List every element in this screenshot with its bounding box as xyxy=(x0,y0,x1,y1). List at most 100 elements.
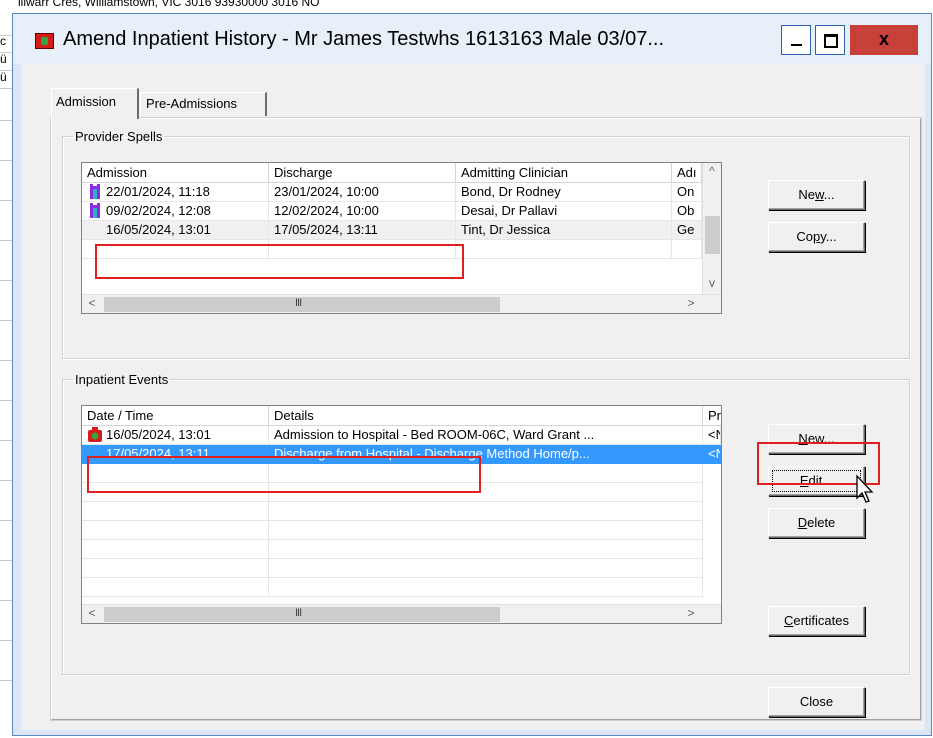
column-header-admitting-clinician[interactable]: Admitting Clinician xyxy=(456,163,672,183)
empty-cell xyxy=(82,464,269,483)
cell-admission: 16/05/2024, 13:01 xyxy=(82,221,269,240)
cell-admission: 09/02/2024, 12:08 xyxy=(82,202,269,221)
maximize-button[interactable] xyxy=(815,25,845,55)
tab-admission[interactable]: Admission xyxy=(51,88,139,119)
empty-cell xyxy=(269,502,703,521)
provider-spells-vertical-scrollbar[interactable]: ^ v xyxy=(702,163,721,294)
empty-row xyxy=(82,464,721,483)
admission-tab-panel: Provider Spells Admission Discharge Admi… xyxy=(50,117,922,721)
empty-row xyxy=(82,559,721,578)
empty-row xyxy=(82,578,721,597)
empty-cell xyxy=(269,559,703,578)
title-bar[interactable]: Amend Inpatient History - Mr James Testw… xyxy=(13,14,931,64)
table-row[interactable]: 16/05/2024, 13:01 17/05/2024, 13:11 Tint… xyxy=(82,221,702,240)
close-window-button[interactable]: x xyxy=(850,25,918,55)
empty-cell xyxy=(672,240,702,259)
table-row-selected[interactable]: 17/05/2024, 13:11 Discharge from Hospita… xyxy=(82,445,721,464)
empty-cell xyxy=(82,483,269,502)
column-header-pr[interactable]: Pr xyxy=(703,406,721,426)
button-label: Close xyxy=(799,694,834,709)
empty-cell xyxy=(269,578,703,597)
scroll-right-icon[interactable]: > xyxy=(683,295,699,313)
column-header-details[interactable]: Details xyxy=(269,406,703,426)
inpatient-events-new-button[interactable]: New... xyxy=(768,424,865,454)
empty-row xyxy=(82,240,702,259)
cell-datetime: 17/05/2024, 13:11 xyxy=(82,445,269,464)
cell-adm: Ge xyxy=(672,221,702,240)
inpatient-events-edit-button[interactable]: Edit... xyxy=(768,466,865,496)
background-mark: ü xyxy=(0,52,7,66)
provider-spells-copy-button[interactable]: Copy... xyxy=(768,222,865,252)
scroll-grip: III xyxy=(295,607,302,619)
cell-admission: 22/01/2024, 11:18 xyxy=(82,183,269,202)
minimize-button[interactable] xyxy=(781,25,811,55)
empty-cell xyxy=(82,559,269,578)
app-icon xyxy=(35,33,54,49)
cell-clinician: Tint, Dr Jessica xyxy=(456,221,672,240)
empty-row xyxy=(82,521,721,540)
scroll-thumb[interactable] xyxy=(104,297,500,312)
button-label: New... xyxy=(798,187,835,202)
scroll-thumb[interactable] xyxy=(705,216,720,254)
provider-spells-legend: Provider Spells xyxy=(75,129,163,144)
certificates-button[interactable]: Certificates xyxy=(768,606,865,636)
scroll-grip: III xyxy=(295,297,302,309)
cell-details: Discharge from Hospital - Discharge Meth… xyxy=(269,445,703,464)
empty-row xyxy=(82,483,721,502)
empty-cell xyxy=(82,521,269,540)
mouse-cursor-icon xyxy=(856,474,874,503)
inpatient-events-horizontal-scrollbar[interactable]: < III > xyxy=(82,604,721,623)
inpatient-events-legend: Inpatient Events xyxy=(75,372,169,387)
empty-cell xyxy=(269,540,703,559)
cell-discharge: 17/05/2024, 13:11 xyxy=(269,221,456,240)
scroll-right-icon[interactable]: > xyxy=(683,605,699,623)
empty-cell xyxy=(269,483,703,502)
scroll-left-icon[interactable]: < xyxy=(84,605,100,623)
background-mark: c xyxy=(0,34,6,48)
dialog-client-area: Admission Pre-Admissions Provider Spells… xyxy=(21,64,925,730)
cell-adm: On xyxy=(672,183,702,202)
column-header-adm[interactable]: Adı xyxy=(672,163,702,183)
column-header-date-time[interactable]: Date / Time xyxy=(82,406,269,426)
close-button[interactable]: Close xyxy=(768,687,865,717)
button-label: Delete xyxy=(797,515,836,530)
scroll-left-icon[interactable]: < xyxy=(84,295,100,313)
cell-pr: <N xyxy=(703,445,721,464)
provider-spells-list[interactable]: Admission Discharge Admitting Clinician … xyxy=(81,162,722,314)
scroll-down-icon[interactable]: v xyxy=(703,275,721,293)
empty-cell xyxy=(269,240,456,259)
empty-cell xyxy=(82,502,269,521)
table-row[interactable]: 09/02/2024, 12:08 12/02/2024, 10:00 Desa… xyxy=(82,202,702,221)
cell-clinician: Desai, Dr Pallavi xyxy=(456,202,672,221)
background-gridlines xyxy=(0,0,12,738)
empty-cell xyxy=(456,240,672,259)
cell-clinician: Bond, Dr Rodney xyxy=(456,183,672,202)
window-title: Amend Inpatient History - Mr James Testw… xyxy=(63,28,665,50)
empty-cell xyxy=(82,540,269,559)
table-row[interactable]: 22/01/2024, 11:18 23/01/2024, 10:00 Bond… xyxy=(82,183,702,202)
button-label: Edit... xyxy=(799,473,834,488)
tab-pre-admissions[interactable]: Pre-Admissions xyxy=(140,92,267,116)
column-header-discharge[interactable]: Discharge xyxy=(269,163,456,183)
column-header-admission[interactable]: Admission xyxy=(82,163,269,183)
button-label: Certificates xyxy=(783,613,850,628)
empty-cell xyxy=(82,240,269,259)
table-row[interactable]: 16/05/2024, 13:01 Admission to Hospital … xyxy=(82,426,721,445)
close-icon: x xyxy=(878,29,889,49)
empty-row xyxy=(82,502,721,521)
button-label: Copy... xyxy=(796,229,837,244)
background-app-text: illwarr Cres, Williamstown, VIC 3016 939… xyxy=(18,0,320,9)
cell-details: Admission to Hospital - Bed ROOM-06C, Wa… xyxy=(269,426,703,445)
empty-cell xyxy=(82,578,269,597)
provider-spells-horizontal-scrollbar[interactable]: < III > xyxy=(82,294,721,313)
scroll-thumb[interactable] xyxy=(104,607,500,622)
inpatient-events-list[interactable]: Date / Time Details Pr 16/05/2024, 13:01… xyxy=(81,405,722,624)
provider-spells-new-button[interactable]: New... xyxy=(768,180,865,210)
empty-row xyxy=(82,540,721,559)
cell-pr: <N xyxy=(703,426,721,445)
empty-cell xyxy=(269,521,703,540)
empty-cell xyxy=(269,464,703,483)
inpatient-events-delete-button[interactable]: Delete xyxy=(768,508,865,538)
background-mark: ü xyxy=(0,70,7,84)
scroll-up-icon[interactable]: ^ xyxy=(703,163,721,181)
